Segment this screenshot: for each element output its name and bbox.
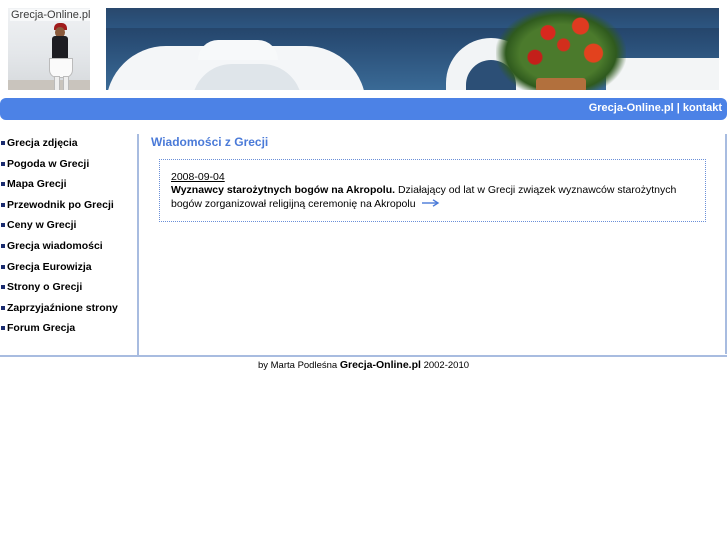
sidebar-item-forum[interactable]: Forum Grecja <box>0 319 137 340</box>
footer-author: by Marta Podleśna <box>257 360 338 371</box>
news-date-link[interactable]: 2008-09-04 <box>171 171 225 183</box>
nav-home-link[interactable]: Grecja-Online.pl <box>589 102 674 114</box>
bullet-icon <box>1 161 5 166</box>
logo-ground <box>8 80 90 90</box>
footer-site-link[interactable]: Grecja-Online.pl <box>340 359 421 371</box>
sidebar-item-label: Pogoda w Grecji <box>7 157 90 170</box>
nav-contact-link[interactable]: kontakt <box>683 102 722 114</box>
guard-leg <box>63 76 69 90</box>
sidebar-item-label: Grecja zdjęcia <box>7 137 78 149</box>
bullet-icon <box>1 223 5 228</box>
news-headline: Wyznawcy starożytnych bogów na Akropolu. <box>171 184 396 196</box>
arrow-right-icon[interactable] <box>422 197 440 211</box>
sidebar-item-label: Przewodnik po Grecji <box>7 198 114 211</box>
main-content: Wiadomości z Grecji 2008-09-04 Wyznawcy … <box>139 134 727 354</box>
sidebar-item-label: Mapa Grecji <box>7 178 67 191</box>
banner-sea <box>106 8 719 28</box>
sidebar-item-zaprzyjaznione[interactable]: Zaprzyjaźnione strony <box>0 299 137 320</box>
guard-leg <box>54 76 60 90</box>
sidebar-item-eurowizja[interactable]: Grecja Eurowizja <box>0 258 137 279</box>
bullet-icon <box>1 326 5 331</box>
sidebar-menu: Grecja zdjęcia Pogoda w Grecji Mapa Grec… <box>0 134 139 356</box>
news-item: 2008-09-04 Wyznawcy starożytnych bogów n… <box>159 159 706 222</box>
bullet-icon <box>1 202 5 207</box>
logo-text: Grecja-Online.pl <box>10 9 90 21</box>
guard-skirt <box>49 58 73 78</box>
sidebar-item-mapa[interactable]: Mapa Grecji <box>0 175 137 196</box>
news-text: Wyznawcy starożytnych bogów na Akropolu.… <box>171 183 691 211</box>
banner-roof <box>198 40 278 60</box>
header-banner-image <box>106 8 719 90</box>
bullet-icon <box>1 243 5 248</box>
sidebar-item-label: Grecja wiadomości <box>7 239 103 252</box>
bullet-icon <box>1 182 5 187</box>
footer-years: 2002-2010 <box>423 360 470 371</box>
footer: by Marta Podleśna Grecja-Online.pl 2002-… <box>0 359 727 371</box>
banner-flower-pot <box>536 78 586 90</box>
nav-separator: | <box>676 102 680 114</box>
bullet-icon <box>1 305 5 310</box>
sidebar-item-strony[interactable]: Strony o Grecji <box>0 278 137 299</box>
sidebar-item-pogoda[interactable]: Pogoda w Grecji <box>0 155 137 176</box>
navbar-links: Grecja-Online.pl | kontakt <box>589 102 722 114</box>
sidebar-item-label: Strony o Grecji <box>7 281 83 294</box>
bullet-icon <box>1 141 5 145</box>
sidebar-item-label: Zaprzyjaźnione strony <box>7 301 118 314</box>
sidebar-item-label: Forum Grecja <box>7 322 76 335</box>
sidebar-item-label: Ceny w Grecji <box>7 219 77 232</box>
page-title: Wiadomości z Grecji <box>151 135 269 149</box>
sidebar-item-ceny[interactable]: Ceny w Grecji <box>0 216 137 237</box>
top-navbar: Grecja-Online.pl | kontakt <box>0 98 727 120</box>
sidebar-item-wiadomosci[interactable]: Grecja wiadomości <box>0 237 137 258</box>
site-logo[interactable]: Grecja-Online.pl <box>8 8 90 90</box>
sidebar-item-label: Grecja Eurowizja <box>7 260 92 273</box>
sidebar-item-przewodnik[interactable]: Przewodnik po Grecji <box>0 196 137 217</box>
sidebar-list: Grecja zdjęcia Pogoda w Grecji Mapa Grec… <box>0 134 137 340</box>
sidebar-item-zdjecia[interactable]: Grecja zdjęcia <box>0 134 137 155</box>
bullet-icon <box>1 264 5 269</box>
footer-divider <box>0 355 727 357</box>
bullet-icon <box>1 285 5 290</box>
